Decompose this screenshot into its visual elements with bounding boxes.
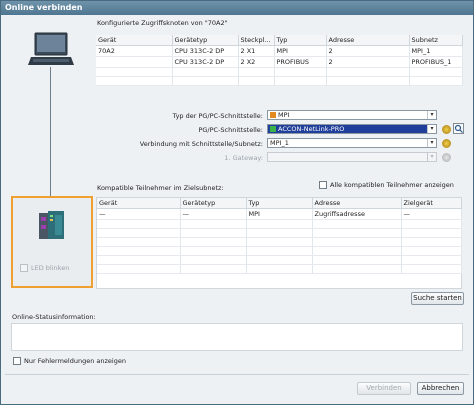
table-row — [97, 237, 462, 247]
table-row — [97, 219, 462, 229]
interface-type-label: Typ der PG/PC-Schnittstelle: — [172, 112, 263, 120]
table-row — [97, 246, 462, 256]
column-header[interactable]: Adresse — [326, 35, 410, 46]
column-header[interactable]: Gerät — [96, 35, 173, 46]
column-header[interactable]: Steckpl... — [238, 35, 275, 46]
cell: — — [97, 208, 181, 220]
gateway-label: 1. Gateway: — [224, 154, 263, 162]
table-row — [97, 228, 462, 238]
column-header[interactable]: Zielgerät — [401, 198, 462, 209]
cell: MPI_1 — [409, 45, 463, 57]
pc-icon — [28, 32, 74, 65]
cell: 70A2 — [96, 45, 173, 57]
connection-subnet-select[interactable]: MPI_1 ▾ — [267, 138, 437, 148]
interface-type-select[interactable]: MPI ▾ — [267, 110, 437, 120]
connection-subnet-label: Verbindung mit Schnittstelle/Subnetz: — [139, 140, 263, 148]
led-blink-checkbox[interactable] — [20, 264, 28, 272]
cell — [96, 56, 173, 68]
plc-icon — [39, 211, 64, 239]
connection-line — [50, 67, 51, 197]
show-all-label: Alle kompatiblen Teilnehmer anzeigen — [330, 181, 454, 189]
chevron-down-icon[interactable]: ▾ — [427, 111, 436, 119]
errors-only-checkbox[interactable] — [13, 357, 21, 365]
cell: PROFIBUS_1 — [409, 56, 463, 68]
column-header[interactable]: Typ — [274, 35, 327, 46]
cell: Zugriffsadresse — [312, 208, 402, 220]
mpi-icon — [270, 112, 276, 118]
column-header[interactable]: Typ — [246, 198, 313, 209]
configured-nodes-table: Gerät Gerätetyp Steckpl... Typ Adresse S… — [96, 35, 463, 86]
cancel-button[interactable]: Abbrechen — [417, 382, 464, 395]
pgpc-interface-label: PG/PC-Schnittstelle: — [198, 126, 263, 134]
table-row — [97, 264, 462, 274]
table-row — [96, 76, 463, 86]
chevron-down-icon[interactable]: ▾ — [427, 139, 436, 147]
cell: 2 X2 — [238, 56, 275, 68]
cell: CPU 313C-2 DP — [172, 45, 239, 57]
table-row[interactable]: CPU 313C-2 DP 2 X2 PROFIBUS 2 PROFIBUS_1 — [96, 56, 463, 68]
show-all-checkbox[interactable] — [319, 181, 327, 189]
led-blink-label: LED blinken — [31, 264, 70, 272]
adapter-icon — [270, 126, 276, 132]
online-status-heading: Online-Statusinformation: — [12, 313, 96, 321]
target-device-panel: LED blinken — [11, 196, 93, 288]
column-header[interactable]: Adresse — [312, 198, 402, 209]
chevron-down-icon: ▾ — [427, 153, 436, 161]
cell: MPI — [274, 45, 327, 57]
magnifier-icon — [454, 124, 463, 133]
chevron-down-icon[interactable]: ▾ — [427, 125, 436, 133]
start-search-button[interactable]: Suche starten — [411, 292, 464, 305]
compatible-table: Gerät Gerätetyp Typ Adresse Zielgerät — … — [97, 198, 462, 274]
column-header[interactable]: Gerätetyp — [172, 35, 239, 46]
properties-icon[interactable] — [442, 125, 451, 134]
online-connect-dialog: Online verbinden LED blinken Konfigurier… — [0, 0, 474, 405]
cell: CPU 313C-2 DP — [172, 56, 239, 68]
cell: PROFIBUS — [274, 56, 327, 68]
window-title: Online verbinden — [1, 1, 473, 15]
errors-only-label: Nur Fehlermeldungen anzeigen — [24, 357, 126, 365]
cell: — — [180, 208, 247, 220]
column-header[interactable]: Gerät — [97, 198, 181, 209]
column-header[interactable]: Subnetz — [409, 35, 463, 46]
status-log — [11, 323, 463, 351]
compatible-table-panel: Gerät Gerätetyp Typ Adresse Zielgerät — … — [96, 197, 462, 289]
cell: MPI — [246, 208, 313, 220]
connect-button[interactable]: Verbinden — [357, 382, 411, 395]
gateway-select[interactable]: ▾ — [267, 152, 437, 162]
table-row — [97, 255, 462, 265]
table-row[interactable]: 70A2 CPU 313C-2 DP 2 X1 MPI 2 MPI_1 — [96, 45, 463, 57]
configured-nodes-heading: Konfigurierte Zugriffsknoten von "70A2" — [97, 19, 228, 27]
diagnostics-button[interactable] — [453, 123, 464, 134]
table-row[interactable]: — — MPI Zugriffsadresse — — [97, 208, 462, 220]
table-row — [96, 67, 463, 77]
column-header[interactable]: Gerätetyp — [180, 198, 247, 209]
gateway-info-icon — [442, 153, 451, 162]
cell: 2 — [326, 56, 410, 68]
subnet-info-icon[interactable] — [442, 139, 451, 148]
cell: — — [401, 208, 462, 220]
cell: 2 X1 — [238, 45, 275, 57]
compatible-heading: Kompatible Teilnehmer im Zielsubnetz: — [97, 184, 224, 192]
divider — [5, 374, 469, 375]
pgpc-interface-select[interactable]: ACCON-NetLink-PRO ▾ — [267, 124, 437, 134]
cell: 2 — [326, 45, 410, 57]
